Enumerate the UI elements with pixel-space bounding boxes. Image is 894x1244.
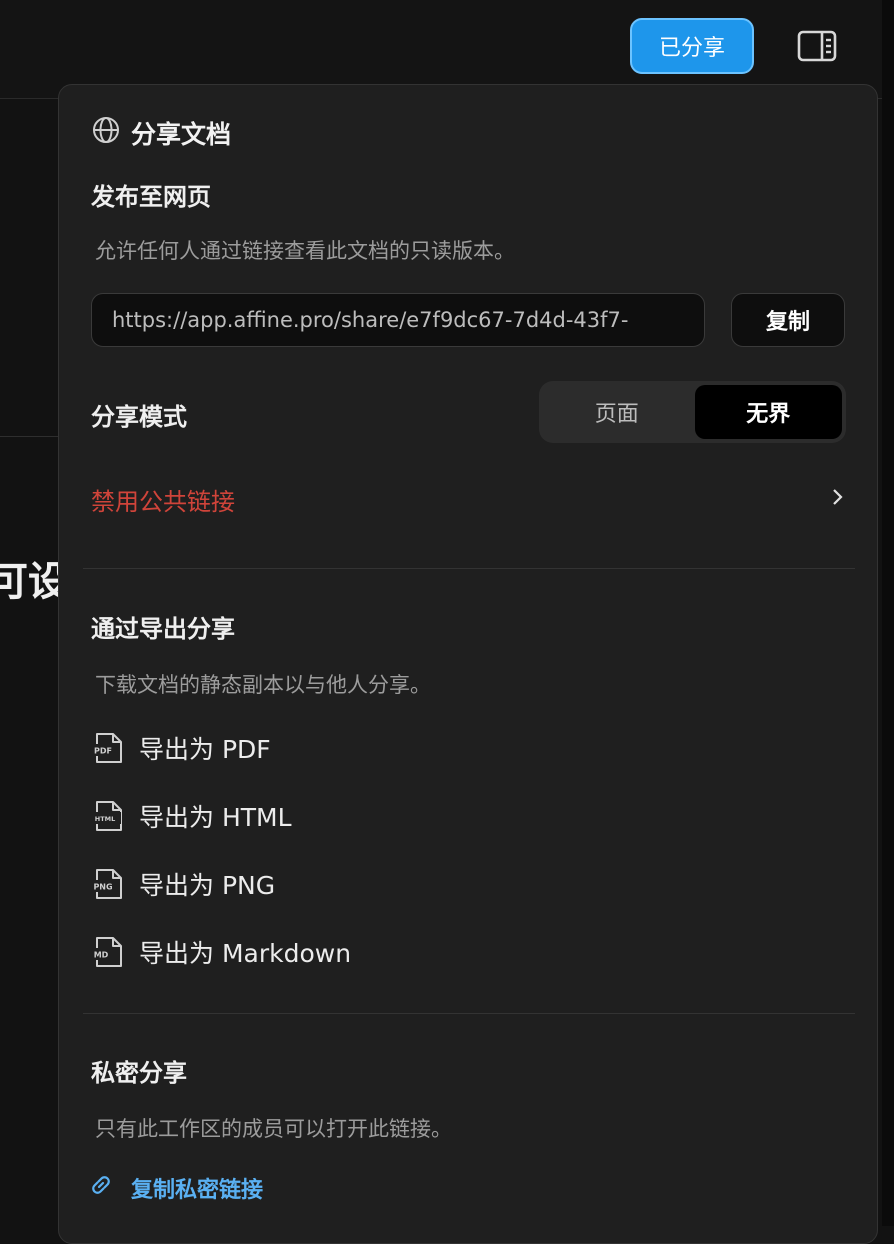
publish-description: 允许任何人通过链接查看此文档的只读版本。 xyxy=(95,239,515,263)
chevron-right-icon xyxy=(831,487,845,511)
share-mode-edgeless-option[interactable]: 无界 xyxy=(694,385,842,439)
disable-public-link-row[interactable]: 禁用公共链接 xyxy=(91,473,845,525)
section-divider xyxy=(83,568,855,569)
share-mode-page-option[interactable]: 页面 xyxy=(543,385,691,439)
svg-text:HTML: HTML xyxy=(95,815,115,823)
background-divider xyxy=(0,436,60,437)
export-png-label: 导出为 PNG xyxy=(139,871,276,900)
export-title: 通过导出分享 xyxy=(91,615,235,643)
copy-url-button[interactable]: 复制 xyxy=(731,293,845,347)
svg-text:MD: MD xyxy=(94,951,109,960)
panel-title: 分享文档 xyxy=(131,120,232,149)
export-pdf-item[interactable]: PDF 导出为 PDF xyxy=(91,726,271,770)
export-markdown-label: 导出为 Markdown xyxy=(139,939,352,968)
share-url-field[interactable]: https://app.affine.pro/share/e7f9dc67-7d… xyxy=(91,293,705,347)
export-html-label: 导出为 HTML xyxy=(139,803,292,832)
png-file-icon: PNG xyxy=(91,867,125,901)
export-png-item[interactable]: PNG 导出为 PNG xyxy=(91,862,275,906)
svg-text:PNG: PNG xyxy=(93,883,112,892)
section-divider xyxy=(83,1013,855,1014)
export-pdf-label: 导出为 PDF xyxy=(139,735,271,764)
svg-text:PDF: PDF xyxy=(94,747,112,756)
private-share-title: 私密分享 xyxy=(91,1059,187,1087)
pdf-file-icon: PDF xyxy=(91,731,125,765)
export-html-item[interactable]: HTML 导出为 HTML xyxy=(91,794,292,838)
window-edge xyxy=(882,0,894,1226)
share-url-text: https://app.affine.pro/share/e7f9dc67-7d… xyxy=(112,308,629,332)
copy-private-link-label: 复制私密链接 xyxy=(131,1178,264,1203)
copy-private-link-button[interactable]: 复制私密链接 xyxy=(87,1171,263,1205)
share-panel: 分享文档 发布至网页 允许任何人通过链接查看此文档的只读版本。 https://… xyxy=(58,84,878,1244)
html-file-icon: HTML xyxy=(91,799,125,833)
markdown-file-icon: MD xyxy=(91,935,125,969)
private-share-description: 只有此工作区的成员可以打开此链接。 xyxy=(95,1117,452,1141)
publish-title: 发布至网页 xyxy=(91,183,211,211)
export-description: 下载文档的静态副本以与他人分享。 xyxy=(95,673,431,697)
sidebar-toggle-icon[interactable] xyxy=(797,28,839,64)
export-markdown-item[interactable]: MD 导出为 Markdown xyxy=(91,930,351,974)
link-icon xyxy=(87,1171,115,1205)
share-mode-label: 分享模式 xyxy=(91,403,187,431)
disable-public-link-label: 禁用公共链接 xyxy=(91,487,235,516)
share-mode-toggle: 页面 无界 xyxy=(539,381,846,443)
globe-icon xyxy=(91,115,123,147)
shared-button[interactable]: 已分享 xyxy=(630,18,754,74)
